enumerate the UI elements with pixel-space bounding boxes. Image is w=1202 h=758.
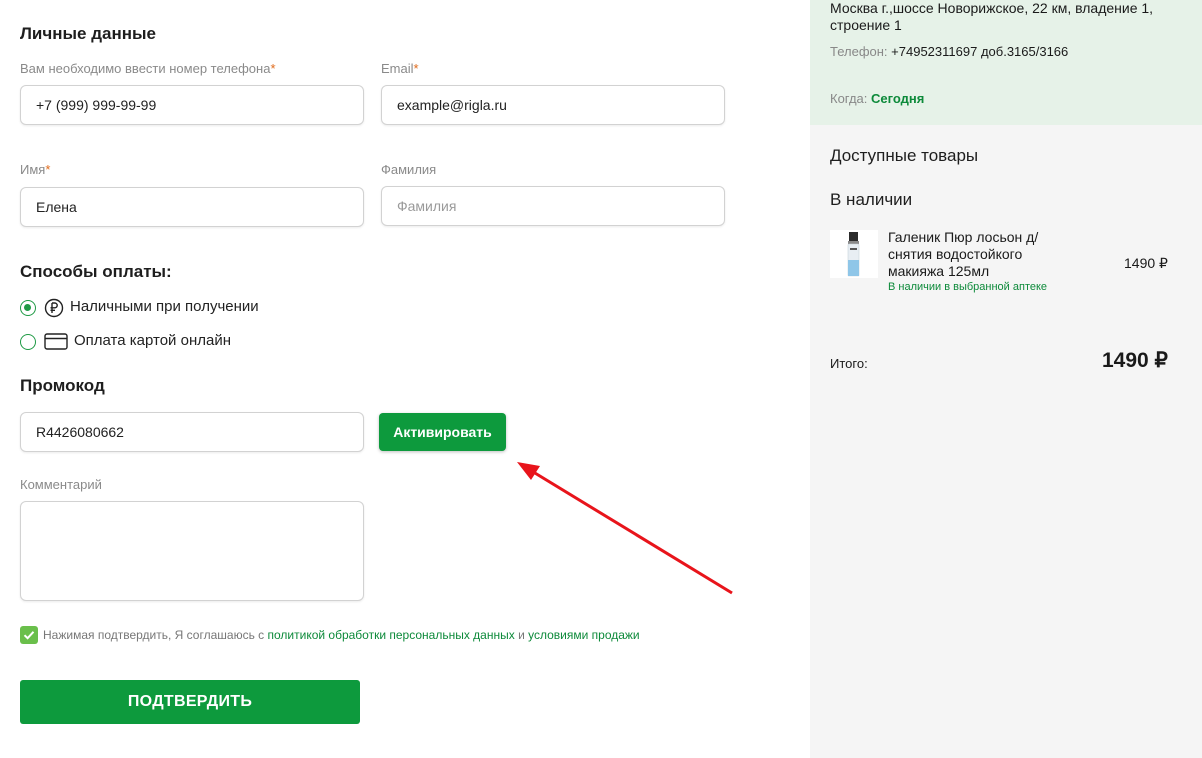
- checkout-form: Личные данные Вам необходимо ввести номе…: [0, 0, 810, 758]
- product-price: 1490 ₽: [1124, 255, 1168, 271]
- product-name[interactable]: Галеник Пюр лосьон д/снятия водостойкого…: [888, 229, 1073, 280]
- pickup-store-info: Москва г.,шоссе Новорижское, 22 км, влад…: [810, 0, 1202, 125]
- product-thumbnail[interactable]: [830, 230, 878, 278]
- total-label: Итого:: [830, 356, 868, 371]
- annotation-arrow: [517, 462, 733, 595]
- order-summary-panel: Москва г.,шоссе Новорижское, 22 км, влад…: [810, 0, 1202, 758]
- lotion-bottle-icon: [847, 232, 860, 277]
- total-value: 1490 ₽: [1102, 349, 1168, 372]
- store-phone: Телефон: +74952311697 доб.3165/3166: [830, 44, 1069, 59]
- product-availability: В наличии в выбранной аптеке: [888, 281, 1048, 293]
- available-goods-title: Доступные товары: [830, 146, 979, 165]
- store-address: Москва г.,шоссе Новорижское, 22 км, влад…: [830, 0, 1154, 33]
- in-stock-title: В наличии: [830, 190, 913, 209]
- pickup-when: Когда: Сегодня: [830, 91, 925, 106]
